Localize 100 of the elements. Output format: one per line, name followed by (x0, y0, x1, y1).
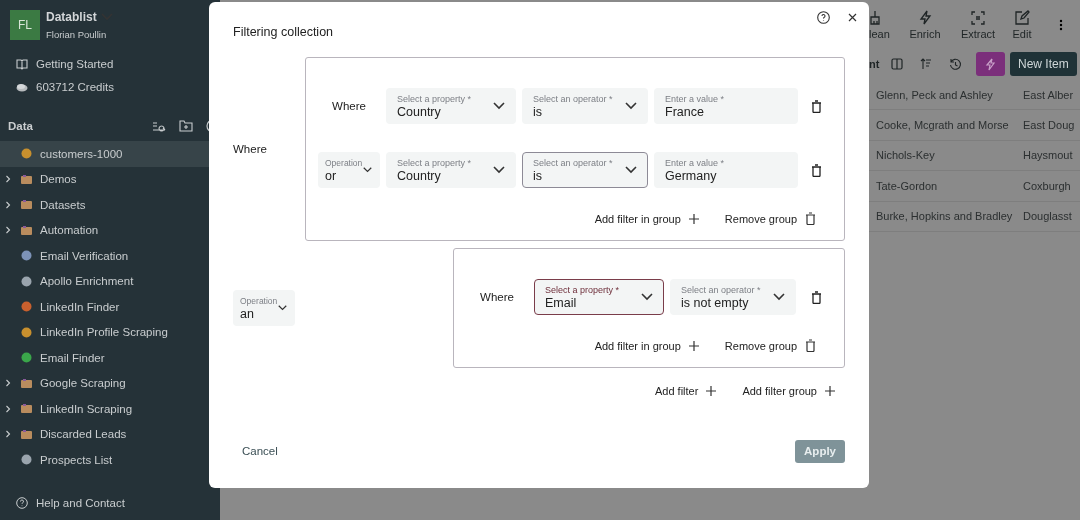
folder-icon (20, 224, 32, 236)
trash-icon[interactable] (811, 99, 822, 113)
new-item-button[interactable]: New Item (1010, 52, 1077, 76)
chevron-down-icon (625, 166, 637, 174)
book-icon (16, 58, 28, 70)
toolbar-button[interactable]: Extract (953, 10, 1003, 40)
history-icon[interactable] (949, 57, 962, 71)
select-field[interactable]: Select a property * Country (386, 88, 516, 124)
sidebar-item[interactable]: Datasets (0, 192, 220, 218)
lightning-icon (985, 57, 996, 71)
trash-icon (805, 339, 816, 352)
chevron-down-icon (625, 102, 637, 110)
sidebar-item[interactable]: LinkedIn Profile Scraping (0, 319, 220, 345)
table-cell-text: Cooke, Mcgrath and Morse (876, 119, 1010, 132)
table-cell: Haysmout (1023, 149, 1073, 162)
automation-button[interactable] (976, 52, 1005, 76)
new-folder-icon[interactable] (179, 120, 193, 132)
section-title: Data (8, 120, 34, 132)
folder-icon (20, 199, 32, 211)
where-label: Where (480, 291, 514, 303)
sidebar-item[interactable]: LinkedIn Scraping (0, 396, 220, 422)
sidebar-item[interactable]: Apollo Enrichment (0, 268, 220, 294)
dialog-title: Filtering collection (233, 25, 335, 39)
sidebar-item[interactable]: Google Scraping (0, 370, 220, 396)
select-field[interactable]: Select an operator * is (522, 88, 648, 124)
chevron-down-icon (278, 304, 288, 312)
add-filter-group-button[interactable]: Add filter group (742, 385, 835, 397)
chevron-right-icon[interactable] (4, 200, 12, 209)
folder-icon (20, 173, 32, 185)
sidebar-link[interactable]: Getting Started (36, 58, 114, 70)
close-icon[interactable] (848, 13, 857, 22)
help-icon[interactable] (817, 11, 830, 24)
folder-icon (20, 403, 32, 415)
folder-icon (20, 377, 32, 389)
select-field[interactable]: Select a property * Email (534, 279, 664, 315)
plus-icon (825, 386, 835, 396)
help-link[interactable]: Help and Contact (36, 497, 125, 509)
chevron-down-icon (493, 166, 505, 174)
select-field[interactable]: Select an operator * is not empty (670, 279, 796, 315)
table-cell-text: Tate-Gordon (876, 179, 939, 192)
add-filter-button[interactable]: Add filter (654, 385, 717, 397)
add-filter-in-group-button[interactable]: Add filter in group (594, 212, 699, 225)
remove-group-button[interactable]: Remove group (724, 339, 816, 352)
add-filter-in-group-button[interactable]: Add filter in group (594, 339, 699, 352)
table-cell: Douglasst (1023, 210, 1072, 223)
sidebar-link[interactable]: 603712 Credits (36, 81, 114, 93)
columns-icon[interactable] (891, 58, 903, 70)
chevron-down-icon (641, 293, 653, 301)
broom-icon (869, 10, 881, 25)
chevron-down-icon (493, 102, 505, 110)
chevron-right-icon[interactable] (4, 226, 12, 235)
filter-label[interactable]: nt (869, 58, 891, 70)
toolbar-button[interactable]: lean (869, 10, 897, 40)
where-label: Where (233, 143, 267, 155)
chevron-right-icon[interactable] (4, 430, 12, 439)
sidebar-item[interactable]: Email Verification (0, 243, 220, 269)
chevron-right-icon[interactable] (4, 379, 12, 388)
trash-icon[interactable] (811, 163, 822, 177)
table-cell: East Alber (1023, 88, 1074, 101)
table-cell: Coxburgh (1023, 179, 1071, 192)
more-icon[interactable] (1058, 19, 1063, 31)
edit-icon (1014, 10, 1030, 25)
table-cell: East Doug (1023, 119, 1075, 132)
chevron-down-icon (773, 293, 785, 301)
operation-select[interactable]: Operation or (318, 152, 380, 188)
table-cell-text: Burke, Hopkins and Bradley (876, 210, 1014, 223)
plus-icon (688, 340, 699, 351)
toolbar-button[interactable]: Edit (1003, 10, 1041, 40)
value-field[interactable]: Enter a value * Germany (654, 152, 798, 188)
sidebar-item[interactable]: Prospects List (0, 447, 220, 473)
select-field[interactable]: Select a property * Country (386, 152, 516, 188)
lightning-icon (918, 10, 932, 25)
cancel-button[interactable]: Cancel (233, 439, 287, 463)
plus-icon (688, 213, 699, 224)
operation-select[interactable]: Operation an (233, 290, 295, 326)
trash-icon[interactable] (811, 290, 822, 304)
table-cell-text: Glenn, Peck and Ashley (876, 88, 994, 101)
chevron-right-icon[interactable] (4, 175, 12, 184)
value-field[interactable]: Enter a value * France (654, 88, 798, 124)
workspace-avatar[interactable]: FL (10, 10, 40, 40)
chevron-down-icon (363, 166, 373, 174)
sidebar-item[interactable]: Email Finder (0, 345, 220, 371)
select-field[interactable]: Select an operator * is (522, 152, 648, 188)
help-icon (16, 497, 28, 509)
toolbar-button[interactable]: Enrich (897, 10, 953, 40)
sidebar-item[interactable]: Discarded Leads (0, 421, 220, 447)
remove-group-button[interactable]: Remove group (724, 212, 816, 225)
workspace-name[interactable]: Datablist (46, 10, 97, 24)
plus-icon (706, 386, 717, 396)
sidebar-item[interactable]: Automation (0, 217, 220, 243)
sidebar-item[interactable]: LinkedIn Finder (0, 294, 220, 320)
user-name: Florian Poullin (46, 29, 108, 40)
trash-icon (805, 212, 816, 225)
coins-icon (16, 82, 28, 92)
folder-icon (20, 428, 32, 440)
search-list-icon[interactable] (153, 120, 166, 132)
chevron-right-icon[interactable] (4, 404, 12, 413)
table-cell-text: Nichols-Key (876, 149, 936, 162)
sort-icon[interactable] (920, 58, 932, 70)
scan-icon (971, 10, 985, 25)
